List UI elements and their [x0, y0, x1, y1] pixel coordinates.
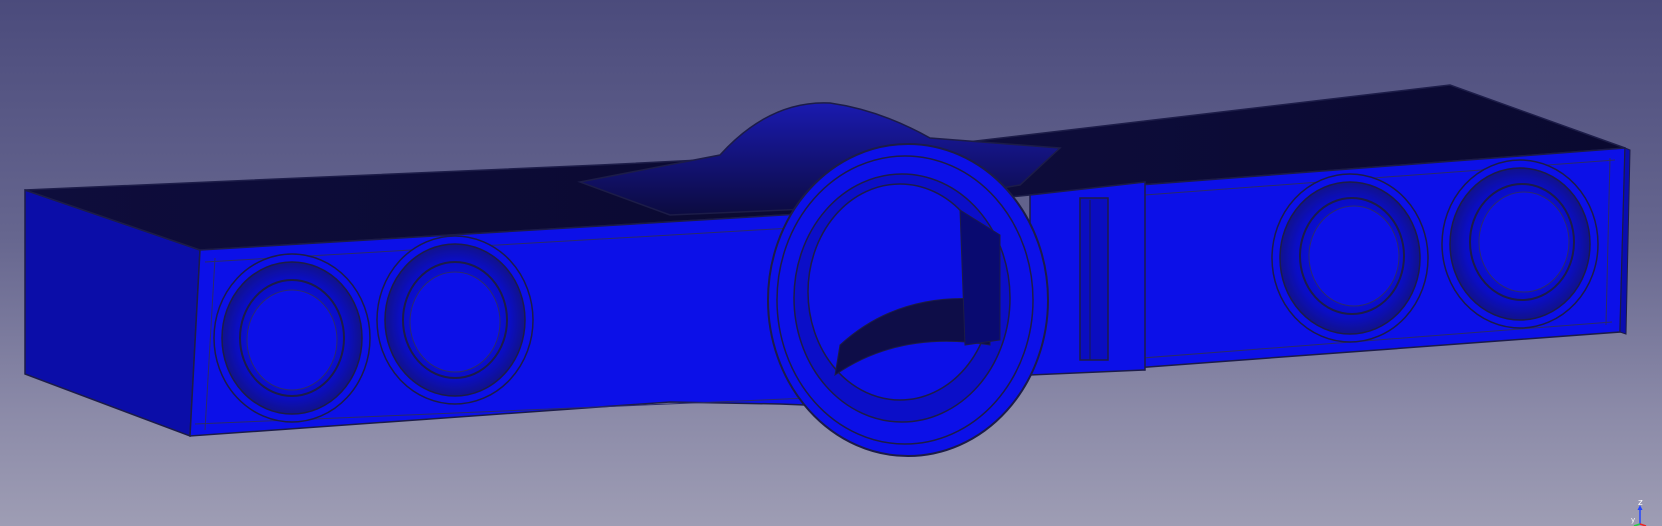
axis-cross-indicator: z y [1626, 496, 1656, 526]
axis-z-label: z [1638, 498, 1643, 508]
bore-left-2 [376, 235, 534, 405]
bore-right-1 [1271, 173, 1429, 343]
axis-y-label: y [1631, 516, 1636, 524]
bore-left-1 [213, 253, 371, 423]
3d-model-render[interactable] [0, 0, 1662, 526]
3d-viewport[interactable]: z y [0, 0, 1662, 526]
bore-right-2 [1441, 159, 1599, 329]
slot-opening [1079, 197, 1109, 361]
